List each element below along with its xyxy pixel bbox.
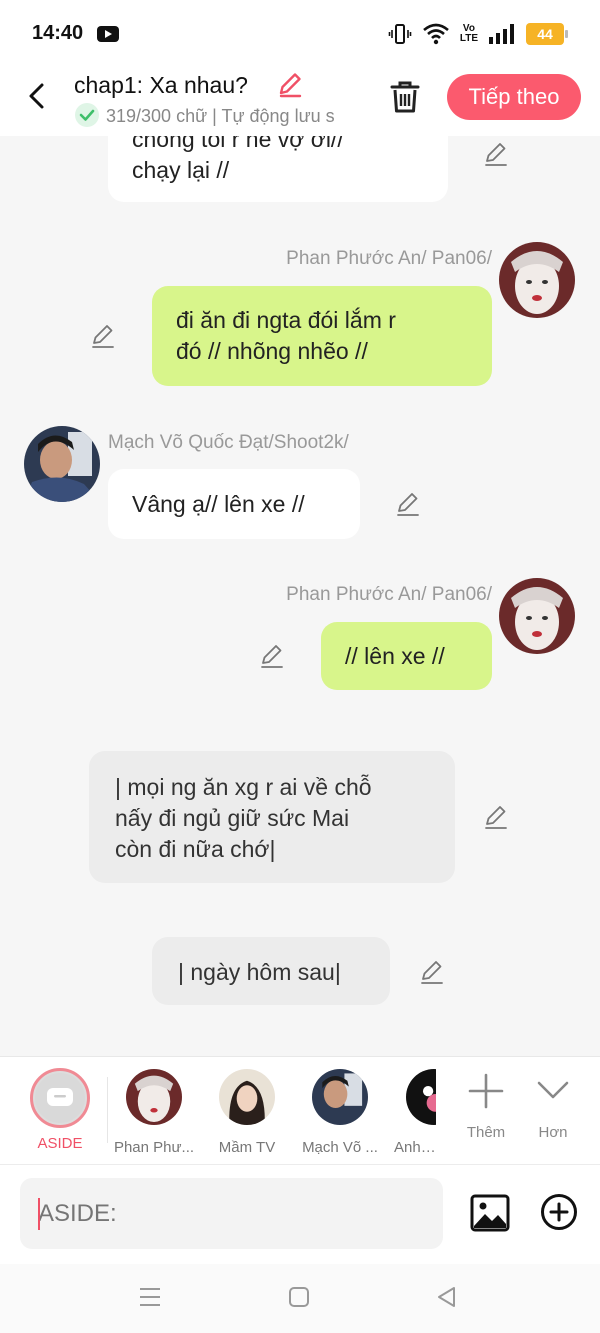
battery-indicator: 44 xyxy=(526,23,568,45)
youtube-notification-icon xyxy=(97,26,119,42)
word-count-autosave-status: 319/300 chữ | Tự động lưu s xyxy=(106,106,335,126)
expand-label: Hơn xyxy=(538,1124,568,1141)
character-name: Mạch Võ ... xyxy=(302,1139,378,1156)
message-bubble[interactable]: chồng tôi r hẻ vợ ơi// chạy lại // xyxy=(108,136,448,202)
avatar[interactable] xyxy=(24,426,100,502)
trash-icon[interactable] xyxy=(386,78,424,116)
edit-pencil-icon[interactable] xyxy=(482,803,510,831)
edit-pencil-icon[interactable] xyxy=(482,140,510,168)
avatar xyxy=(406,1069,436,1125)
edit-pencil-icon[interactable] xyxy=(258,642,286,670)
message-bubble[interactable]: // lên xe // xyxy=(321,622,492,690)
message-text: | ngày hôm sau| xyxy=(178,959,341,985)
status-bar: 14:40 Vo LTE 44 xyxy=(0,0,600,66)
character-item[interactable]: Anh G xyxy=(388,1069,436,1156)
character-name: Anh G xyxy=(394,1139,436,1156)
message-text: // lên xe // xyxy=(345,643,445,669)
aside-label: ASIDE xyxy=(37,1135,83,1152)
volte-indicator: Vo LTE xyxy=(459,23,478,44)
edit-pencil-icon[interactable] xyxy=(394,490,422,518)
story-chat-area[interactable]: chồng tôi r hẻ vợ ơi// chạy lại // Phan … xyxy=(0,136,600,1056)
message-text: Vâng ạ// lên xe // xyxy=(132,491,305,517)
home-icon[interactable] xyxy=(286,1284,312,1310)
menu-icon[interactable] xyxy=(137,1284,163,1310)
character-selector-bar: ASIDE Phan Phư... Mầm TV Mạch Võ ... Anh… xyxy=(0,1056,600,1164)
signal-icon xyxy=(489,24,514,44)
avatar[interactable] xyxy=(499,578,575,654)
speaker-name: Phan Phước An/ Pan06/ xyxy=(286,248,492,269)
plus-icon xyxy=(468,1073,504,1109)
editor-header: chap1: Xa nhau? 319/300 chữ | Tự động lư… xyxy=(0,66,600,136)
chat-bubble-icon xyxy=(47,1088,73,1106)
aside-character-button[interactable] xyxy=(30,1068,90,1128)
add-character-label: Thêm xyxy=(466,1124,506,1141)
speaker-name: Mạch Võ Quốc Đạt/Shoot2k/ xyxy=(108,432,349,453)
avatar[interactable] xyxy=(499,242,575,318)
character-name: Mầm TV xyxy=(218,1139,276,1156)
system-navigation-bar xyxy=(0,1264,600,1333)
edit-pencil-icon[interactable] xyxy=(418,958,446,986)
message-bubble[interactable]: đi ăn đi ngta đói lắm r đó // nhõng nhẽo… xyxy=(152,286,492,386)
edit-pencil-icon[interactable] xyxy=(89,322,117,350)
expand-characters-button[interactable]: Hơn xyxy=(523,1069,583,1141)
aside-narration-bubble[interactable]: | ngày hôm sau| xyxy=(152,937,390,1005)
wifi-icon xyxy=(423,23,449,45)
message-text: chồng tôi r hẻ vợ ơi// chạy lại // xyxy=(132,136,344,183)
chevron-down-icon xyxy=(537,1081,569,1099)
message-text: đi ăn đi ngta đói lắm r đó // nhõng nhẽo… xyxy=(176,307,396,364)
back-arrow-icon[interactable] xyxy=(22,80,54,112)
text-caret xyxy=(38,1198,40,1230)
character-item[interactable]: Phan Phư... xyxy=(109,1069,199,1156)
avatar xyxy=(219,1069,275,1125)
back-triangle-icon[interactable] xyxy=(434,1284,460,1310)
avatar xyxy=(312,1069,368,1125)
character-name: Phan Phư... xyxy=(113,1139,195,1156)
message-text: | mọi ng ăn xg r ai về chỗ nấy đi ngủ gi… xyxy=(115,774,372,862)
saved-check-icon xyxy=(75,103,99,127)
message-bubble[interactable]: Vâng ạ// lên xe // xyxy=(108,469,360,539)
image-icon[interactable] xyxy=(470,1193,510,1233)
composer-bar xyxy=(0,1164,600,1264)
aside-narration-bubble[interactable]: | mọi ng ăn xg r ai về chỗ nấy đi ngủ gi… xyxy=(89,751,455,883)
divider xyxy=(107,1077,108,1143)
avatar xyxy=(126,1069,182,1125)
chapter-title[interactable]: chap1: Xa nhau? xyxy=(74,72,248,99)
vibrate-icon xyxy=(388,24,412,44)
add-character-button[interactable]: Thêm xyxy=(456,1069,516,1141)
add-circle-icon[interactable] xyxy=(540,1193,578,1231)
status-time: 14:40 xyxy=(32,22,84,44)
edit-title-pencil-icon[interactable] xyxy=(276,70,304,98)
character-item[interactable]: Mạch Võ ... xyxy=(295,1069,385,1156)
next-button[interactable]: Tiếp theo xyxy=(447,74,581,120)
character-item[interactable]: Mầm TV xyxy=(202,1069,292,1156)
speaker-name: Phan Phước An/ Pan06/ xyxy=(286,584,492,605)
message-input[interactable] xyxy=(20,1178,443,1249)
